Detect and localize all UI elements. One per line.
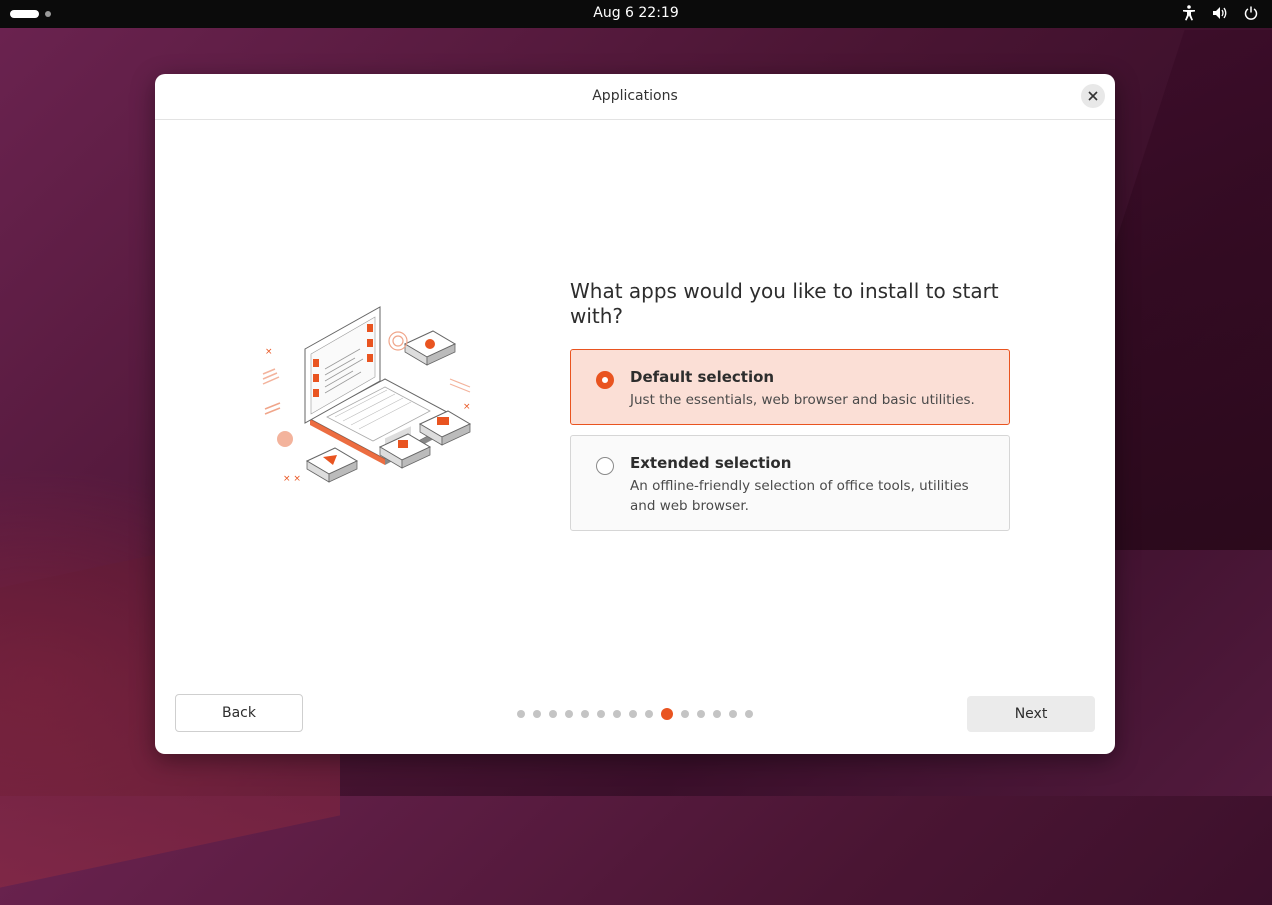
- page-dot: [517, 710, 525, 718]
- question-heading: What apps would you like to install to s…: [570, 279, 999, 328]
- svg-text:×: ×: [463, 402, 471, 412]
- power-icon[interactable]: [1244, 6, 1258, 20]
- clock[interactable]: Aug 6 22:19: [0, 5, 1272, 21]
- next-button[interactable]: Next: [967, 696, 1095, 732]
- page-dot: [613, 710, 621, 718]
- title-bar: Applications: [155, 74, 1115, 120]
- back-button[interactable]: Back: [175, 694, 303, 732]
- option-default-selection[interactable]: Default selection Just the essentials, w…: [570, 349, 1010, 425]
- page-dot: [729, 710, 737, 718]
- accessibility-icon[interactable]: [1182, 5, 1196, 21]
- svg-text:×: ×: [265, 347, 273, 357]
- page-dot: [645, 710, 653, 718]
- app-tile: [403, 330, 457, 366]
- page-dot: [549, 710, 557, 718]
- option-extended-selection[interactable]: Extended selection An offline-friendly s…: [570, 435, 1010, 531]
- radio-default-selection[interactable]: [596, 371, 614, 389]
- page-dot: [629, 710, 637, 718]
- system-tray[interactable]: [1182, 5, 1258, 21]
- option-description: An offline-friendly selection of office …: [630, 478, 969, 514]
- option-description: Just the essentials, web browser and bas…: [630, 392, 975, 408]
- installer-window: Applications × × × × What apps would you…: [155, 74, 1115, 754]
- page-dot: [681, 710, 689, 718]
- page-dot: [597, 710, 605, 718]
- page-dot: [533, 710, 541, 718]
- close-icon: [1088, 91, 1098, 101]
- page-dot: [581, 710, 589, 718]
- close-button[interactable]: [1081, 84, 1105, 108]
- top-bar: Aug 6 22:19: [0, 0, 1272, 28]
- page-dot: [713, 710, 721, 718]
- page-dot-active: [661, 708, 673, 720]
- radio-extended-selection[interactable]: [596, 457, 614, 475]
- page-dot: [745, 710, 753, 718]
- window-title: Applications: [592, 88, 678, 104]
- page-indicator: [517, 708, 753, 720]
- app-tile: [305, 447, 359, 483]
- option-title: Extended selection: [630, 454, 792, 472]
- page-dot: [565, 710, 573, 718]
- page-dot: [697, 710, 705, 718]
- svg-text:× ×: × ×: [283, 474, 301, 484]
- laptop-apps-illustration: × × × ×: [262, 306, 472, 484]
- volume-icon[interactable]: [1212, 5, 1228, 21]
- option-title: Default selection: [630, 368, 775, 386]
